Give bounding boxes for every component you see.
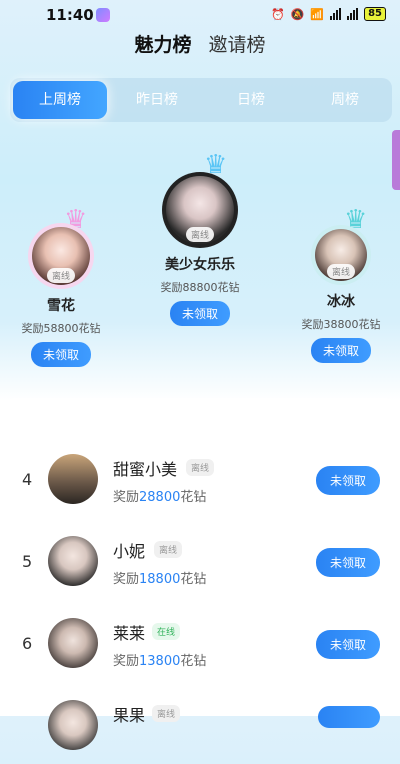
- reward-text: 奖励13800花钻: [113, 654, 207, 669]
- tab-invite-rank[interactable]: 邀请榜: [209, 30, 266, 57]
- avatar[interactable]: [48, 700, 98, 750]
- list-item[interactable]: 果果 离线: [0, 694, 400, 764]
- user-name: 甜蜜小美: [113, 460, 178, 479]
- tab-charm-rank[interactable]: 魅力榜: [134, 30, 191, 57]
- podium-third-reward: 奖励38800花钻: [301, 318, 381, 331]
- podium-first-claim-button[interactable]: 未领取: [169, 301, 230, 326]
- avatar-first[interactable]: 离线: [162, 172, 238, 248]
- podium-second-reward: 奖励58800花钻: [21, 322, 101, 335]
- list-item[interactable]: 4 甜蜜小美 离线 奖励28800花钻 未领取: [0, 448, 400, 518]
- list-item[interactable]: 5 小妮 离线 奖励18800花钻 未领取: [0, 530, 400, 600]
- wifi-icon: 📶: [310, 7, 325, 21]
- podium-second: ♛ 离线 雪花 奖励58800花钻 未领取: [4, 205, 118, 367]
- period-tabs: 上周榜 昨日榜 日榜 周榜: [10, 78, 392, 122]
- podium-third-claim-button[interactable]: 未领取: [310, 338, 371, 363]
- rank-number: 6: [22, 634, 33, 653]
- user-name: 莱莱: [113, 624, 146, 643]
- offline-badge: 离线: [152, 705, 181, 722]
- offline-badge: 离线: [154, 541, 183, 558]
- list-item[interactable]: 6 莱莱 在线 奖励13800花钻 未领取: [0, 612, 400, 682]
- reward-text: 奖励18800花钻: [113, 572, 207, 587]
- offline-badge: 离线: [46, 268, 76, 283]
- user-name: 小妮: [113, 542, 146, 561]
- side-float-tab[interactable]: [392, 130, 400, 190]
- claim-button[interactable]: [318, 706, 380, 728]
- offline-badge: 离线: [185, 227, 215, 242]
- reward-text: 奖励28800花钻: [113, 490, 207, 505]
- signal-icon: [330, 8, 342, 20]
- battery-icon: 85: [364, 7, 386, 21]
- alarm-icon: ⏰: [270, 7, 285, 21]
- online-badge: 在线: [152, 623, 181, 640]
- podium-third: ♛ 离线 冰冰 奖励38800花钻 未领取: [284, 205, 398, 363]
- app-notification-icon: [96, 8, 110, 22]
- offline-badge: 离线: [186, 459, 215, 476]
- ranking-list: 4 甜蜜小美 离线 奖励28800花钻 未领取 5 小妮 离线 奖励18800花…: [0, 398, 400, 750]
- avatar[interactable]: [48, 536, 98, 586]
- tab-yesterday[interactable]: 昨日榜: [110, 78, 204, 122]
- user-name: 果果: [113, 706, 146, 725]
- signal-icon-2: [347, 8, 359, 20]
- avatar-second[interactable]: 离线: [28, 223, 94, 289]
- podium-second-claim-button[interactable]: 未领取: [30, 342, 91, 367]
- podium-third-name: 冰冰: [327, 294, 355, 310]
- rank-number: 5: [22, 552, 33, 571]
- tab-weekly[interactable]: 周榜: [298, 78, 392, 122]
- mute-icon: 🔕: [290, 7, 305, 21]
- status-bar: 11:40 ⏰ 🔕 📶 85: [0, 0, 400, 30]
- avatar-third[interactable]: 离线: [311, 225, 371, 285]
- podium-second-name: 雪花: [47, 298, 75, 314]
- top-nav: 魅力榜 邀请榜: [0, 30, 400, 57]
- tab-last-week[interactable]: 上周榜: [13, 81, 107, 119]
- status-icons: ⏰ 🔕 📶 85: [271, 7, 386, 21]
- podium-first-name: 美少女乐乐: [165, 257, 235, 273]
- offline-badge: 离线: [326, 264, 356, 279]
- claim-button[interactable]: 未领取: [315, 630, 380, 659]
- claim-button[interactable]: 未领取: [315, 548, 380, 577]
- claim-button[interactable]: 未领取: [315, 466, 380, 495]
- rank-number: 4: [22, 470, 33, 489]
- podium-first-reward: 奖励88800花钻: [160, 281, 240, 294]
- avatar[interactable]: [48, 618, 98, 668]
- podium-first: ♛ 离线 美少女乐乐 奖励88800花钻 未领取: [140, 150, 260, 326]
- avatar[interactable]: [48, 454, 98, 504]
- tab-daily[interactable]: 日榜: [204, 78, 298, 122]
- status-time: 11:40: [46, 6, 94, 24]
